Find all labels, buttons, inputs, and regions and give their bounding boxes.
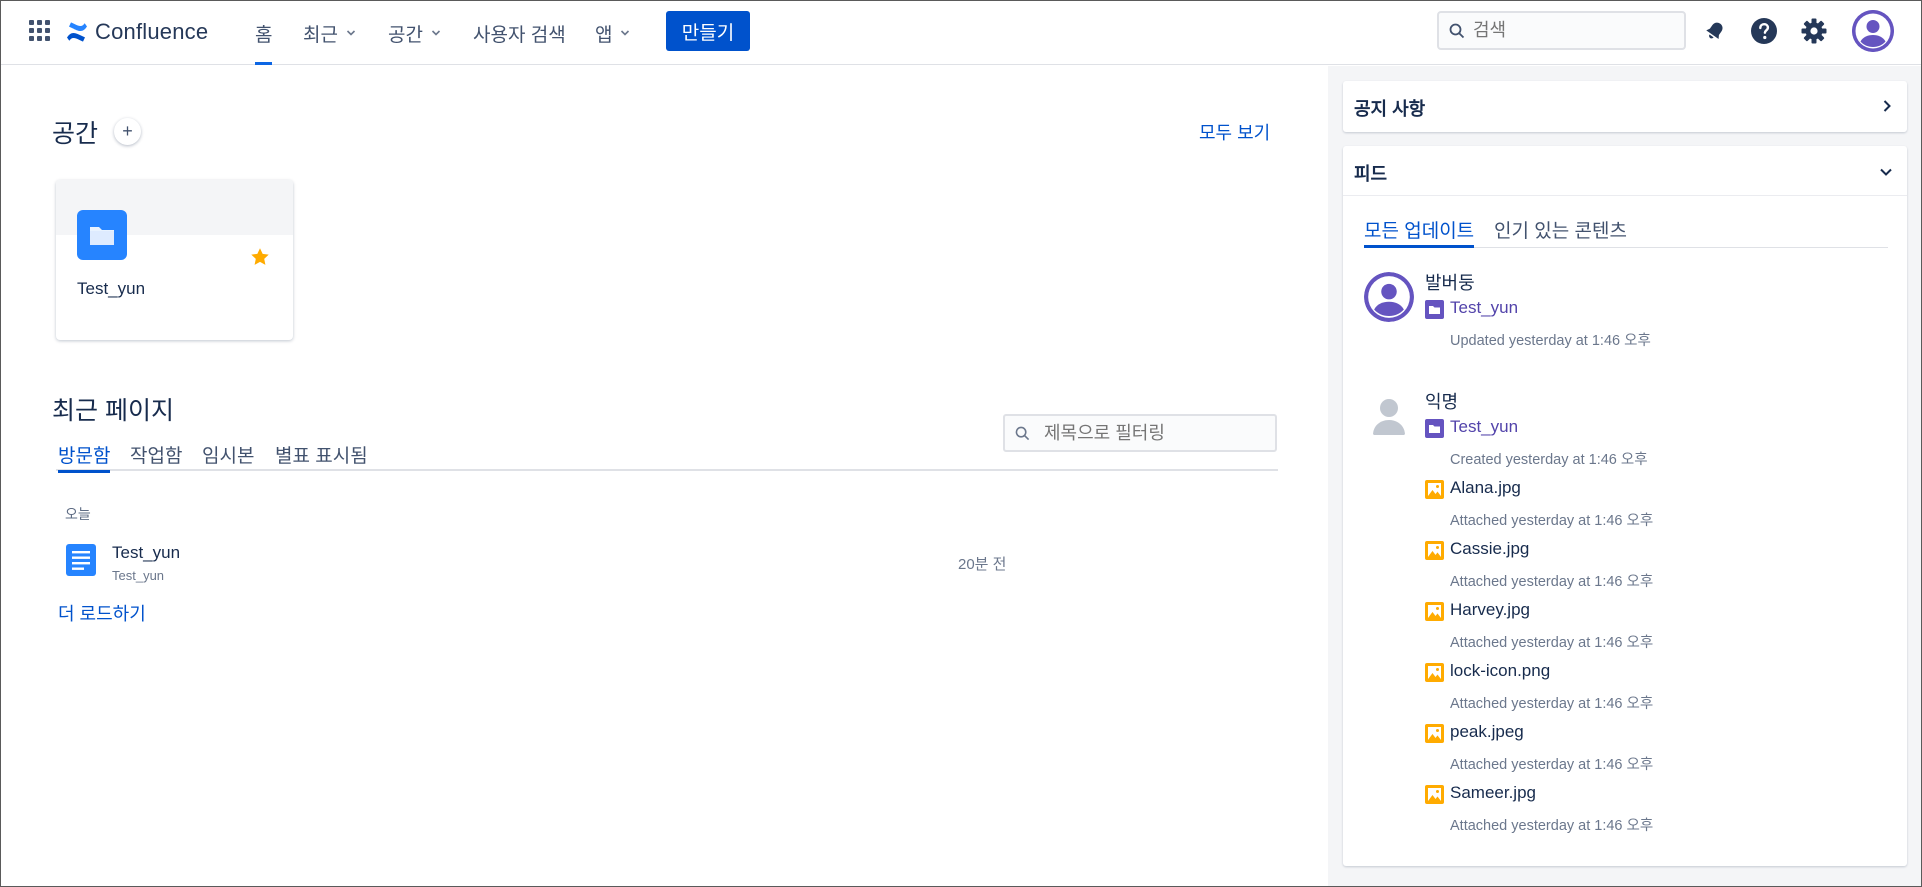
feed-file-link[interactable]: Cassie.jpg bbox=[1450, 539, 1529, 559]
tab-visited[interactable]: 방문함 bbox=[58, 441, 111, 473]
image-file-icon bbox=[1425, 602, 1444, 621]
feed-item-meta: Attached yesterday at 1:46 오후 bbox=[1450, 818, 1654, 834]
feed-item-meta: Attached yesterday at 1:46 오후 bbox=[1450, 635, 1654, 651]
page-document-icon bbox=[66, 544, 96, 576]
recent-page-title: Test_yun bbox=[112, 543, 181, 562]
nav-people-search-label: 사용자 검색 bbox=[473, 24, 566, 46]
plus-icon: + bbox=[122, 121, 133, 141]
image-file-icon bbox=[1425, 480, 1444, 499]
chevron-down-icon[interactable] bbox=[1879, 166, 1893, 178]
anonymous-avatar bbox=[1364, 390, 1414, 440]
view-all-spaces-link[interactable]: 모두 보기 bbox=[1199, 119, 1270, 145]
recent-pages-heading: 최근 페이지 bbox=[52, 397, 174, 425]
nav-recent[interactable]: 최근 bbox=[303, 1, 356, 65]
search-icon bbox=[1015, 426, 1030, 440]
load-more-link[interactable]: 더 로드하기 bbox=[58, 600, 146, 626]
right-sidebar: 공지 사항 피드 모든 업데이트 인기 있는 콘텐츠 발버둥 Test_yun … bbox=[1328, 66, 1921, 886]
tab-worked-on[interactable]: 작업함 bbox=[130, 441, 182, 469]
user-avatar[interactable] bbox=[1852, 10, 1894, 52]
nav-spaces[interactable]: 공간 bbox=[388, 1, 441, 65]
feed-title: 피드 bbox=[1354, 164, 1388, 184]
chevron-down-icon bbox=[346, 30, 356, 36]
app-name: Confluence bbox=[95, 19, 209, 44]
notifications-bell-icon[interactable] bbox=[1699, 15, 1731, 47]
help-question-icon bbox=[1751, 18, 1777, 44]
image-file-icon bbox=[1425, 663, 1444, 682]
chevron-down-icon bbox=[621, 30, 630, 36]
feed-item-link[interactable]: Test_yun bbox=[1450, 417, 1518, 437]
global-search[interactable] bbox=[1437, 11, 1686, 50]
chevron-down-icon bbox=[431, 30, 441, 36]
nav-apps-label: 앱 bbox=[595, 24, 613, 46]
recent-tabs: 방문함 작업함 임시본 별표 표시됨 bbox=[56, 441, 1278, 473]
feed-item-meta: Attached yesterday at 1:46 오후 bbox=[1450, 757, 1654, 773]
confluence-logo[interactable]: Confluence bbox=[65, 15, 208, 49]
nav-home[interactable]: 홈 bbox=[255, 1, 273, 65]
chevron-right-icon[interactable] bbox=[1881, 99, 1893, 113]
feed-file-link[interactable]: Sameer.jpg bbox=[1450, 783, 1536, 803]
search-icon bbox=[1449, 23, 1465, 38]
user-avatar-icon bbox=[1852, 10, 1894, 52]
feed-user-name: 익명 bbox=[1425, 392, 1459, 412]
bell-icon bbox=[1706, 22, 1723, 39]
help-icon[interactable] bbox=[1748, 15, 1780, 47]
star-icon[interactable] bbox=[249, 246, 271, 268]
feed-file-link[interactable]: Harvey.jpg bbox=[1450, 600, 1530, 620]
top-navigation: Confluence 홈 최근 공간 사용자 검색 앱 만들기 bbox=[1, 1, 1921, 65]
feed-user-name[interactable]: 발버둥 bbox=[1425, 269, 1475, 295]
feed-item-meta: Attached yesterday at 1:46 오후 bbox=[1450, 513, 1654, 529]
feed-item-link[interactable]: Test_yun bbox=[1450, 298, 1518, 318]
feed-item-meta: Updated yesterday at 1:46 오후 bbox=[1450, 333, 1651, 349]
image-file-icon bbox=[1425, 541, 1444, 560]
feed-panel: 피드 모든 업데이트 인기 있는 콘텐츠 발버둥 Test_yun Update… bbox=[1343, 146, 1907, 866]
feed-file-link[interactable]: lock-icon.png bbox=[1450, 661, 1550, 681]
nav-recent-label: 최근 bbox=[303, 24, 338, 46]
global-search-input[interactable] bbox=[1473, 20, 1673, 41]
day-label: 오늘 bbox=[65, 506, 91, 522]
space-card[interactable]: Test_yun bbox=[56, 180, 293, 340]
add-space-button[interactable]: + bbox=[114, 118, 141, 145]
tab-drafts[interactable]: 임시본 bbox=[202, 441, 254, 469]
recent-page-row[interactable]: Test_yun Test_yun 20분 전 bbox=[56, 536, 1016, 586]
feed-item-meta: Created yesterday at 1:46 오후 bbox=[1450, 452, 1648, 468]
feed-item-meta: Attached yesterday at 1:46 오후 bbox=[1450, 696, 1654, 712]
nav-spaces-label: 공간 bbox=[388, 24, 423, 46]
notices-panel[interactable]: 공지 사항 bbox=[1343, 81, 1907, 132]
nav-people-search[interactable]: 사용자 검색 bbox=[473, 1, 566, 65]
nav-apps[interactable]: 앱 bbox=[595, 1, 630, 65]
recent-page-time: 20분 전 bbox=[958, 556, 1007, 573]
image-file-icon bbox=[1425, 785, 1444, 804]
app-switcher-grid-icon[interactable] bbox=[29, 20, 51, 42]
user-avatar-icon bbox=[1364, 272, 1414, 322]
confluence-logo-icon bbox=[67, 22, 87, 42]
feed-tabs: 모든 업데이트 인기 있는 콘텐츠 bbox=[1364, 216, 1888, 248]
feed-user-avatar[interactable] bbox=[1364, 272, 1414, 322]
tab-popular[interactable]: 인기 있는 콘텐츠 bbox=[1494, 216, 1627, 246]
tab-starred[interactable]: 별표 표시됨 bbox=[275, 441, 368, 469]
feed-divider bbox=[1343, 195, 1907, 196]
create-button[interactable]: 만들기 bbox=[666, 11, 750, 51]
settings-gear-icon[interactable] bbox=[1798, 15, 1830, 47]
notices-title: 공지 사항 bbox=[1354, 99, 1426, 119]
gear-icon bbox=[1801, 18, 1827, 44]
feed-file-link[interactable]: Alana.jpg bbox=[1450, 478, 1521, 498]
spaces-heading: 공간 bbox=[52, 120, 99, 148]
main-content: 공간 + 모두 보기 Test_yun 최근 페이지 방문함 작업함 임시본 별… bbox=[1, 66, 1327, 886]
space-icon bbox=[1425, 300, 1444, 319]
nav-home-label: 홈 bbox=[255, 24, 273, 46]
recent-page-space: Test_yun bbox=[112, 568, 165, 583]
feed-file-link[interactable]: peak.jpeg bbox=[1450, 722, 1524, 742]
image-file-icon bbox=[1425, 724, 1444, 743]
feed-item-meta: Attached yesterday at 1:46 오후 bbox=[1450, 574, 1654, 590]
space-card-name: Test_yun bbox=[77, 279, 146, 298]
folder-icon bbox=[77, 210, 127, 260]
tab-all-updates[interactable]: 모든 업데이트 bbox=[1364, 216, 1475, 248]
anonymous-user-icon bbox=[1373, 399, 1405, 435]
space-icon bbox=[1425, 419, 1444, 438]
